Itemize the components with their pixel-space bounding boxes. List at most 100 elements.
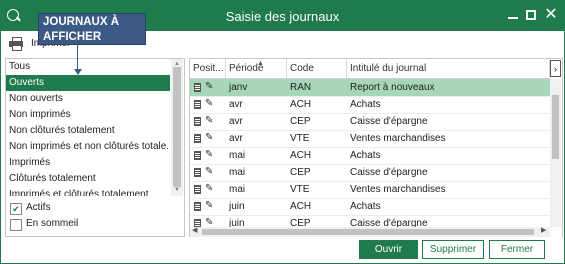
cell-intitule: Achats <box>350 99 381 110</box>
fermer-button[interactable]: Fermer <box>489 240 545 259</box>
scroll-right-arrow-icon[interactable]: ▶ <box>541 226 546 234</box>
cell-periode: janv <box>229 82 248 93</box>
cell-code: CEP <box>290 167 311 178</box>
table-row[interactable]: ✎ mai CEP Caisse d'épargne <box>190 164 550 182</box>
scrollbar-thumb[interactable] <box>202 229 534 235</box>
document-icon[interactable] <box>194 202 201 211</box>
en-sommeil-checkbox[interactable] <box>10 219 22 231</box>
cell-periode: avr <box>229 133 243 144</box>
cell-intitule: Caisse d'épargne <box>350 167 428 178</box>
table-row[interactable]: ✎ avr CEP Caisse d'épargne <box>190 113 550 131</box>
callout-arrow-line <box>77 45 78 71</box>
cell-code: VTE <box>290 184 310 195</box>
cell-intitule: Report à nouveaux <box>350 82 435 93</box>
minimize-icon <box>508 17 518 19</box>
document-icon[interactable] <box>194 151 201 160</box>
column-header-intitule[interactable]: Intitulé du journal <box>347 59 550 79</box>
grid-vertical-scrollbar[interactable] <box>550 79 561 227</box>
filter-item-non-clotures[interactable]: Non clôturés totalement <box>6 123 170 139</box>
cell-intitule: Achats <box>350 150 381 161</box>
table-row[interactable]: ✎ juin ACH Achats <box>190 198 550 216</box>
close-button[interactable]: ✕ <box>542 5 560 25</box>
document-icon[interactable] <box>194 134 201 143</box>
printer-icon[interactable] <box>9 37 23 51</box>
table-row[interactable]: ✎ avr VTE Ventes marchandises <box>190 130 550 148</box>
callout-line-2: AFFICHER <box>43 31 102 43</box>
column-header-code[interactable]: Code <box>287 59 347 79</box>
edit-pencil-icon[interactable]: ✎ <box>205 114 213 128</box>
sort-indicator-icon: ▲ <box>257 60 264 67</box>
ouvrir-button[interactable]: Ouvrir <box>359 240 418 259</box>
cell-periode: avr <box>229 116 243 127</box>
document-icon[interactable] <box>194 168 201 177</box>
edit-pencil-icon[interactable]: ✎ <box>205 199 213 213</box>
filter-item-non-imprimes[interactable]: Non imprimés <box>6 107 170 123</box>
row-actions: ✎ <box>190 181 226 198</box>
cell-periode: avr <box>229 99 243 110</box>
actifs-label: Actifs <box>26 202 51 213</box>
cell-periode: mai <box>229 167 246 178</box>
cell-code: RAN <box>290 82 312 93</box>
close-icon: ✕ <box>544 6 558 23</box>
filter-item-clotures[interactable]: Clôturés totalement <box>6 171 170 187</box>
cell-periode: juin <box>229 201 245 212</box>
edit-pencil-icon[interactable]: ✎ <box>205 165 213 179</box>
cell-periode: mai <box>229 184 246 195</box>
row-actions: ✎ <box>190 113 226 130</box>
en-sommeil-label: En sommeil <box>26 218 79 229</box>
cell-periode: mai <box>229 150 246 161</box>
minimize-button[interactable] <box>504 5 522 25</box>
annotation-callout: JOURNAUX À AFFICHER <box>38 13 146 45</box>
maximize-button[interactable] <box>522 5 540 25</box>
journal-grid: Posit... Période ▲ Code Intitulé du jour… <box>189 58 563 238</box>
edit-pencil-icon[interactable]: ✎ <box>205 148 213 162</box>
edit-pencil-icon[interactable]: ✎ <box>205 182 213 196</box>
filter-item-tous[interactable]: Tous <box>6 59 170 75</box>
cell-intitule: Ventes marchandises <box>350 184 446 195</box>
row-actions: ✎ <box>190 164 226 181</box>
scrollbar-thumb[interactable] <box>552 95 559 159</box>
cell-intitule: Ventes marchandises <box>350 133 446 144</box>
actifs-checkbox[interactable]: ✔ <box>10 203 22 215</box>
journal-entry-window: Saisie des journaux ✕ Imprimer JOURNAUX … <box>0 0 565 264</box>
grid-horizontal-scrollbar[interactable]: ◀ ▶ <box>190 227 550 237</box>
scroll-down-icon[interactable]: ▼ <box>174 187 180 193</box>
scroll-left-icon[interactable]: ◀ <box>192 226 197 234</box>
callout-line-1: JOURNAUX À <box>43 16 120 28</box>
filter-item-imprimes[interactable]: Imprimés <box>6 155 170 171</box>
document-icon[interactable] <box>194 83 201 92</box>
cell-code: CEP <box>290 116 311 127</box>
document-icon[interactable] <box>194 117 201 126</box>
cell-code: ACH <box>290 201 312 212</box>
journal-filter-list: Tous Ouverts Non ouverts Non imprimés No… <box>5 58 185 200</box>
row-actions: ✎ <box>190 79 226 96</box>
row-actions: ✎ <box>190 130 226 147</box>
scrollbar-thumb[interactable] <box>173 67 181 187</box>
filter-list-scrollbar[interactable]: ▲ ▼ <box>171 59 183 196</box>
cell-code: ACH <box>290 99 312 110</box>
dialog-footer: Ouvrir Supprimer Fermer <box>1 237 564 263</box>
filter-item-ouverts[interactable]: Ouverts <box>6 75 170 91</box>
edit-pencil-icon[interactable]: ✎ <box>205 80 213 94</box>
table-row[interactable]: ✎ avr ACH Achats <box>190 96 550 114</box>
maximize-icon <box>526 10 536 20</box>
edit-pencil-icon[interactable]: ✎ <box>205 131 213 145</box>
row-actions: ✎ <box>190 198 226 215</box>
table-row[interactable]: ✎ mai ACH Achats <box>190 147 550 165</box>
cell-intitule: Achats <box>350 201 381 212</box>
table-row[interactable]: ✎ janv RAN Report à nouveaux <box>190 79 550 97</box>
edit-pencil-icon[interactable]: ✎ <box>205 97 213 111</box>
filter-item-non-ouverts[interactable]: Non ouverts <box>6 91 170 107</box>
filter-item-non-imprimes-non-clotures[interactable]: Non imprimés et non clôturés totale... <box>6 139 170 155</box>
document-icon[interactable] <box>194 185 201 194</box>
supprimer-button[interactable]: Supprimer <box>422 240 484 259</box>
cell-code: VTE <box>290 133 310 144</box>
row-actions: ✎ <box>190 96 226 113</box>
row-actions: ✎ <box>190 147 226 164</box>
document-icon[interactable] <box>194 100 201 109</box>
table-row[interactable]: ✎ mai VTE Ventes marchandises <box>190 181 550 199</box>
cell-code: ACH <box>290 150 312 161</box>
cell-intitule: Caisse d'épargne <box>350 116 428 127</box>
scroll-right-icon[interactable]: › <box>550 60 561 77</box>
column-header-position[interactable]: Posit... <box>190 59 226 79</box>
